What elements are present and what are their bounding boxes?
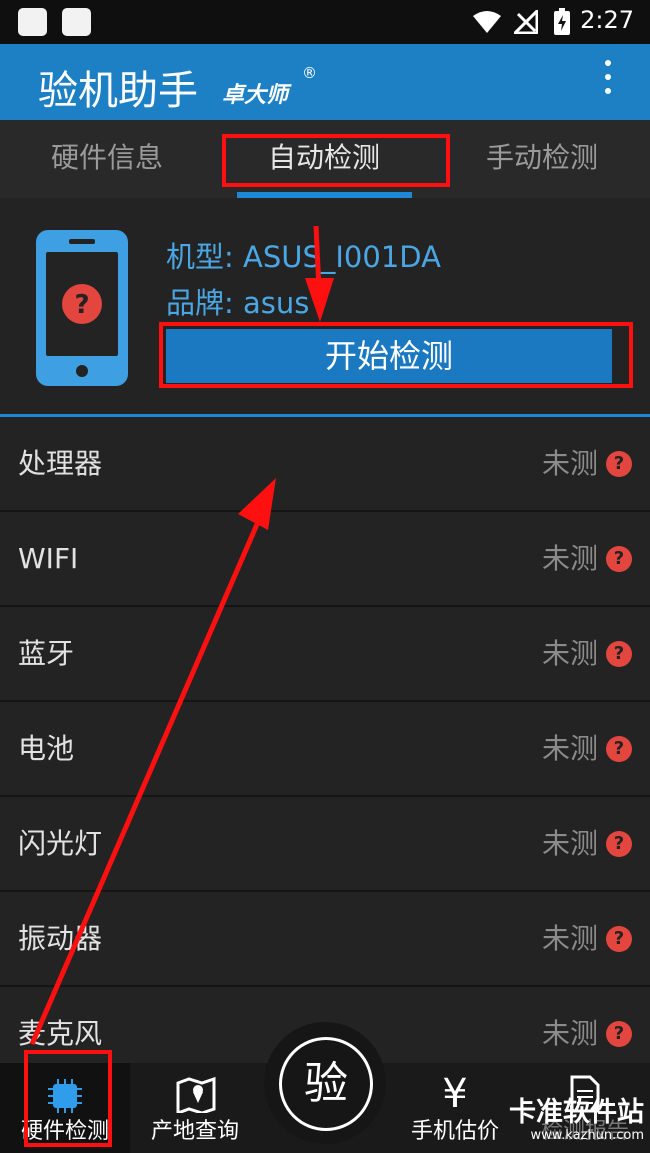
annotation-arrows xyxy=(29,225,334,1045)
